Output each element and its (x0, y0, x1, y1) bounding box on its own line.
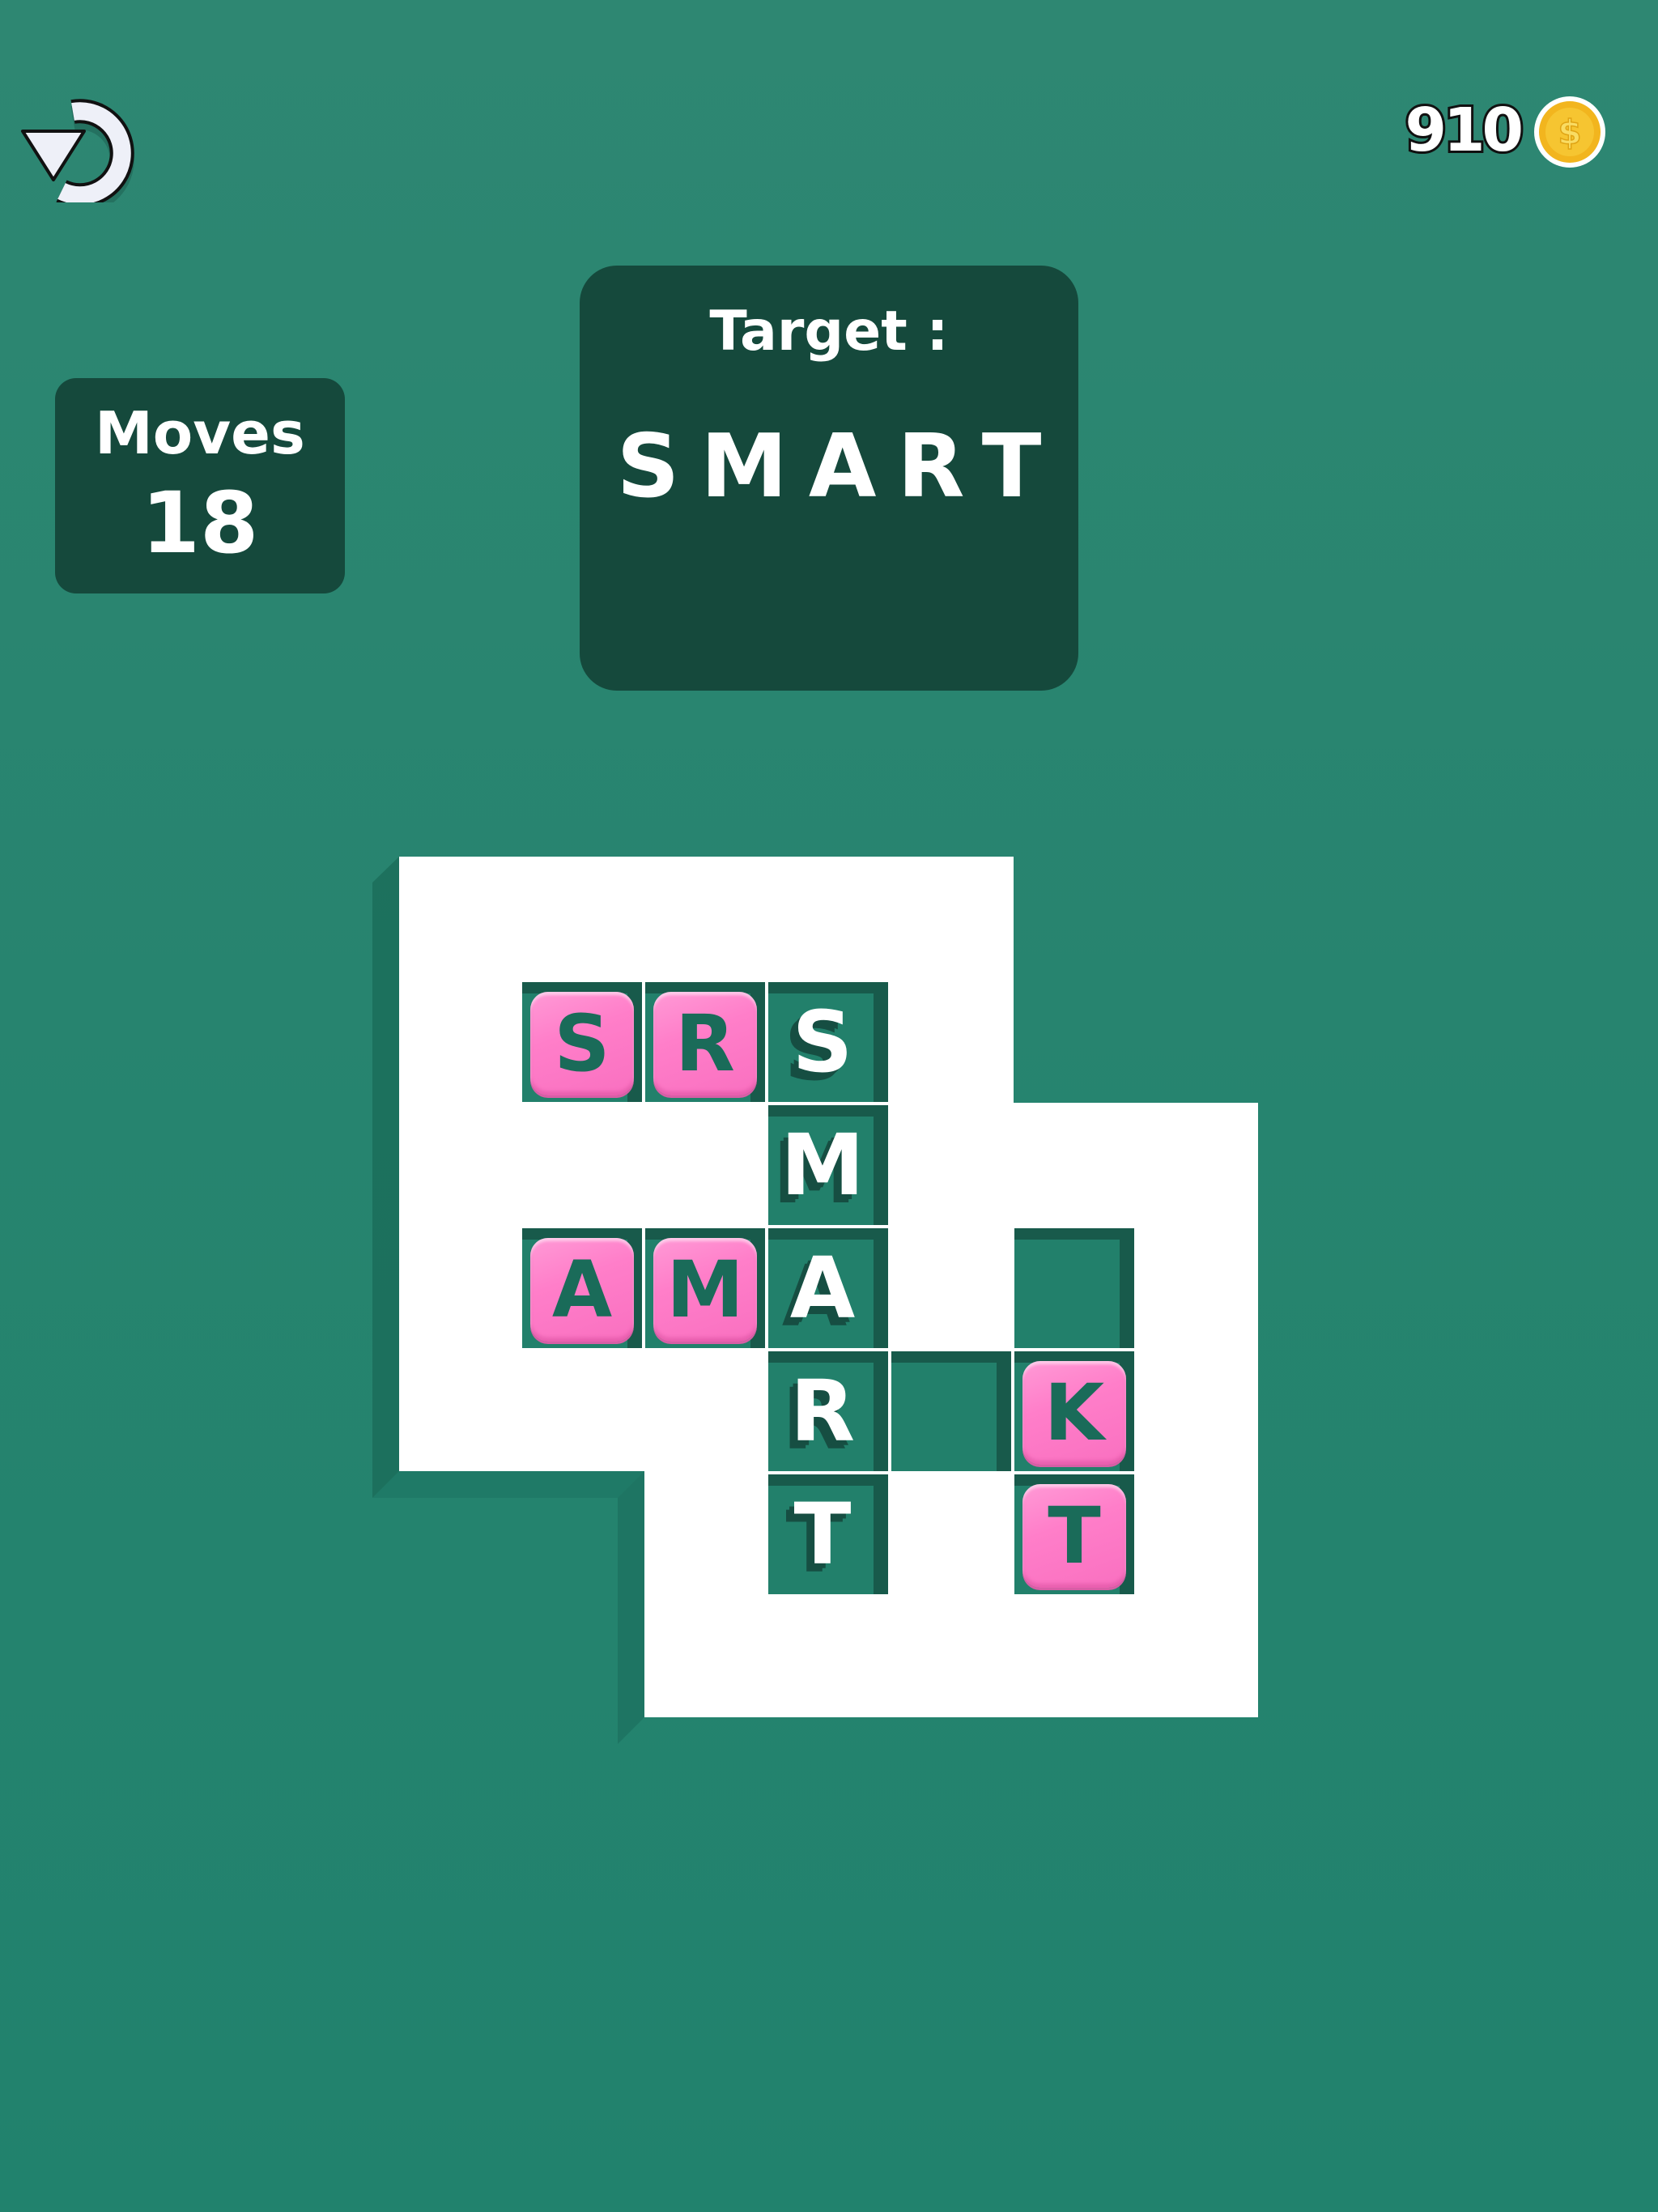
dollar-coin-icon: $ (1533, 96, 1606, 168)
tile-letter: K (1044, 1368, 1105, 1458)
target-word-cell[interactable]: A (768, 1228, 888, 1348)
empty-slot[interactable] (1014, 1228, 1134, 1348)
letter-tile[interactable]: A (530, 1238, 634, 1342)
letter-tile[interactable]: T (1022, 1484, 1126, 1588)
target-word-cell[interactable]: R (768, 1351, 888, 1471)
cell-letter: R (789, 1362, 856, 1461)
letter-tile[interactable]: R (653, 992, 757, 1095)
target-word: SMART (616, 416, 1063, 517)
tile-slot: T (1014, 1474, 1134, 1594)
moves-label: Moves (95, 399, 305, 467)
tile-slot: M (645, 1228, 765, 1348)
tile-letter: A (551, 1244, 613, 1335)
svg-text:$: $ (1558, 113, 1581, 152)
undo-icon (21, 99, 134, 215)
target-label: Target : (709, 300, 949, 364)
undo-button[interactable] (18, 89, 139, 215)
target-word-cell[interactable]: T (768, 1474, 888, 1594)
tile-slot: K (1014, 1351, 1134, 1471)
moves-count: 18 (141, 474, 259, 572)
target-panel: Target : SMART (580, 266, 1078, 691)
tile-letter: R (675, 998, 735, 1089)
letter-tile[interactable]: S (530, 992, 634, 1095)
target-word-cell[interactable]: S (768, 982, 888, 1102)
moves-panel: Moves 18 (55, 378, 345, 593)
tile-slot: A (522, 1228, 642, 1348)
letter-tile[interactable]: K (1022, 1361, 1126, 1465)
coin-count: 910 (1403, 93, 1527, 168)
target-word-cell[interactable]: M (768, 1105, 888, 1225)
tile-slot: R (645, 982, 765, 1102)
cell-letter: A (789, 1239, 856, 1338)
tile-slot: S (522, 982, 642, 1102)
letter-tile[interactable]: M (653, 1238, 757, 1342)
empty-slot[interactable] (891, 1351, 1011, 1471)
cell-letter: M (780, 1116, 865, 1214)
tile-letter: M (666, 1244, 744, 1335)
cell-letter: S (792, 993, 853, 1091)
cell-letter: T (793, 1485, 852, 1584)
tile-letter: S (554, 998, 610, 1089)
tile-letter: T (1048, 1491, 1101, 1581)
